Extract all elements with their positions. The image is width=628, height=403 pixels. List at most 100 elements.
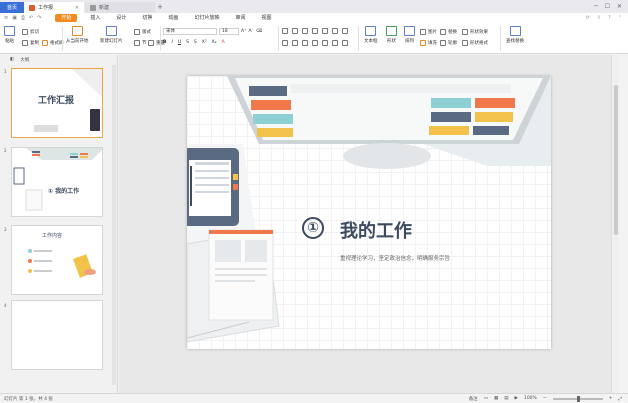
new-slide-button[interactable]: 新建幻灯片	[100, 26, 123, 44]
textbox-button[interactable]: 文本框	[364, 26, 378, 44]
bold-button[interactable]: B	[163, 40, 166, 45]
sync-icon[interactable]: ⟳	[586, 15, 590, 21]
shape-format-button[interactable]: 形状格式	[462, 40, 488, 46]
shape-button[interactable]: 形状	[386, 26, 397, 44]
menu-view[interactable]: 视图	[258, 14, 274, 22]
fit-window-icon[interactable]: ⤢	[618, 396, 622, 402]
tab-home[interactable]: 首页	[0, 2, 24, 13]
italic-button[interactable]: I	[171, 40, 172, 45]
sorter-view-icon[interactable]: ▦	[494, 396, 498, 401]
zoom-slider[interactable]	[552, 395, 603, 402]
fill-button[interactable]: 填充	[420, 40, 437, 46]
slide-editing-canvas[interactable]: ① 我的工作 重视理论学习，坚定政治信念，明确服务宗旨	[119, 55, 619, 393]
menu-animation[interactable]: 动画	[165, 14, 181, 22]
superscript-icon[interactable]: X²	[202, 40, 207, 45]
reading-view-icon[interactable]: ▤	[504, 396, 508, 401]
justify-icon[interactable]	[312, 40, 318, 46]
grow-font-icon[interactable]: A⁺	[241, 29, 246, 34]
align-center-icon[interactable]	[292, 40, 298, 46]
paste-button[interactable]: 粘贴	[4, 26, 15, 44]
save-icon[interactable]: ▣	[12, 15, 17, 21]
text-direction-icon[interactable]	[332, 28, 338, 34]
minimize-icon[interactable]: ─	[594, 3, 598, 10]
slide-thumbnail-2[interactable]: ① 我的工作	[11, 147, 103, 217]
redo-icon[interactable]: ↷	[37, 15, 41, 21]
print-icon[interactable]: ⎙	[21, 15, 25, 21]
menu-slideshow[interactable]: 幻灯片放映	[191, 14, 222, 22]
play-from-current-button[interactable]: 从当前开始	[66, 26, 89, 44]
shape-effects-label: 形状效果	[470, 30, 488, 35]
slide-thumbnail-4[interactable]	[11, 300, 103, 370]
numbering-icon[interactable]	[292, 28, 298, 34]
font-color-icon[interactable]: A	[222, 40, 225, 45]
current-slide[interactable]: ① 我的工作 重视理论学习，坚定政治信念，明确服务宗旨	[187, 76, 551, 349]
help-icon[interactable]: ?	[608, 15, 611, 21]
line-spacing-icon[interactable]	[322, 28, 328, 34]
align-text-icon[interactable]	[332, 40, 338, 46]
menu-transition[interactable]: 切换	[139, 14, 155, 22]
close-tab-icon[interactable]: ✕	[75, 5, 79, 11]
underline-button[interactable]: U	[178, 40, 181, 45]
menu-icon[interactable]: ≡	[4, 15, 8, 21]
thumb-number: 4	[4, 303, 7, 308]
section-button[interactable]: 节	[134, 40, 147, 46]
slide-subtitle[interactable]: 重视理论学习，坚定政治信念，明确服务宗旨	[340, 254, 450, 262]
menu-review[interactable]: 审阅	[232, 14, 248, 22]
slide-thumbnail-1[interactable]: 工作汇报	[11, 68, 103, 138]
strikethrough-icon[interactable]: S	[186, 40, 189, 45]
smartart-icon[interactable]	[342, 40, 348, 46]
replace-button[interactable]: 替换	[440, 29, 457, 35]
menu-design[interactable]: 设计	[113, 14, 129, 22]
paste-label: 粘贴	[5, 39, 14, 44]
canvas-scrollbar[interactable]	[611, 55, 619, 393]
zoom-out-icon[interactable]: −	[543, 396, 547, 401]
undo-icon[interactable]: ↶	[29, 15, 33, 21]
increase-indent-icon[interactable]	[312, 28, 318, 34]
menu-insert[interactable]: 插入	[87, 14, 103, 22]
shrink-font-icon[interactable]: A⁻	[248, 29, 253, 34]
zoom-level[interactable]: 100%	[524, 396, 537, 401]
divider	[62, 26, 63, 51]
scrollbar-thumb[interactable]	[614, 85, 618, 235]
menu-start[interactable]: 开始	[55, 14, 78, 22]
slide-number-badge[interactable]: ①	[302, 217, 324, 239]
notes-button[interactable]: 备注	[469, 396, 478, 402]
maximize-icon[interactable]: ☐	[605, 3, 610, 10]
font-size-select[interactable]: 18	[219, 28, 239, 35]
bullets-icon[interactable]	[282, 28, 288, 34]
shadow-icon[interactable]: S	[194, 40, 197, 45]
outline-tab[interactable]: 大纲	[20, 57, 29, 63]
arrange-button[interactable]: 排列	[404, 26, 415, 44]
font-family-select[interactable]: 宋体	[163, 28, 217, 35]
find-replace-button[interactable]: 查找替换	[506, 26, 524, 44]
outline-button[interactable]: 轮廓	[440, 40, 457, 46]
format-painter-button[interactable]: 格式刷	[42, 40, 64, 46]
thumbnail-scrollbar[interactable]	[112, 65, 116, 385]
divider	[500, 26, 501, 51]
share-icon[interactable]: ⇪	[597, 15, 601, 21]
subscript-icon[interactable]: X₂	[212, 40, 217, 45]
outline-toggle-icon[interactable]: ◧	[10, 57, 14, 62]
tab-new[interactable]: 新建	[85, 2, 155, 13]
clear-format-icon[interactable]: ⌫	[256, 29, 262, 34]
add-tab-button[interactable]: +	[155, 2, 165, 13]
zoom-in-icon[interactable]: +	[609, 396, 613, 401]
collapse-ribbon-icon[interactable]: ⌃	[618, 15, 622, 21]
close-window-icon[interactable]: ✕	[617, 3, 622, 10]
normal-view-icon[interactable]: ▭	[484, 396, 488, 401]
slide-thumbnail-3[interactable]: 工作内容	[11, 225, 103, 295]
shape-effects-button[interactable]: 形状效果	[462, 29, 488, 35]
columns-icon[interactable]	[342, 28, 348, 34]
cut-button[interactable]: 剪切	[22, 29, 39, 35]
copy-button[interactable]: 复制	[22, 40, 39, 46]
slide-title[interactable]: 我的工作	[340, 217, 412, 243]
zoom-slider-handle[interactable]	[576, 395, 580, 402]
align-right-icon[interactable]	[302, 40, 308, 46]
distribute-icon[interactable]	[322, 40, 328, 46]
layout-button[interactable]: 版式	[134, 29, 151, 35]
tab-document[interactable]: 工作报 ✕	[24, 2, 84, 13]
picture-button[interactable]: 图片	[420, 29, 437, 35]
align-left-icon[interactable]	[282, 40, 288, 46]
slideshow-icon[interactable]: ▶	[514, 396, 517, 401]
decrease-indent-icon[interactable]	[302, 28, 308, 34]
